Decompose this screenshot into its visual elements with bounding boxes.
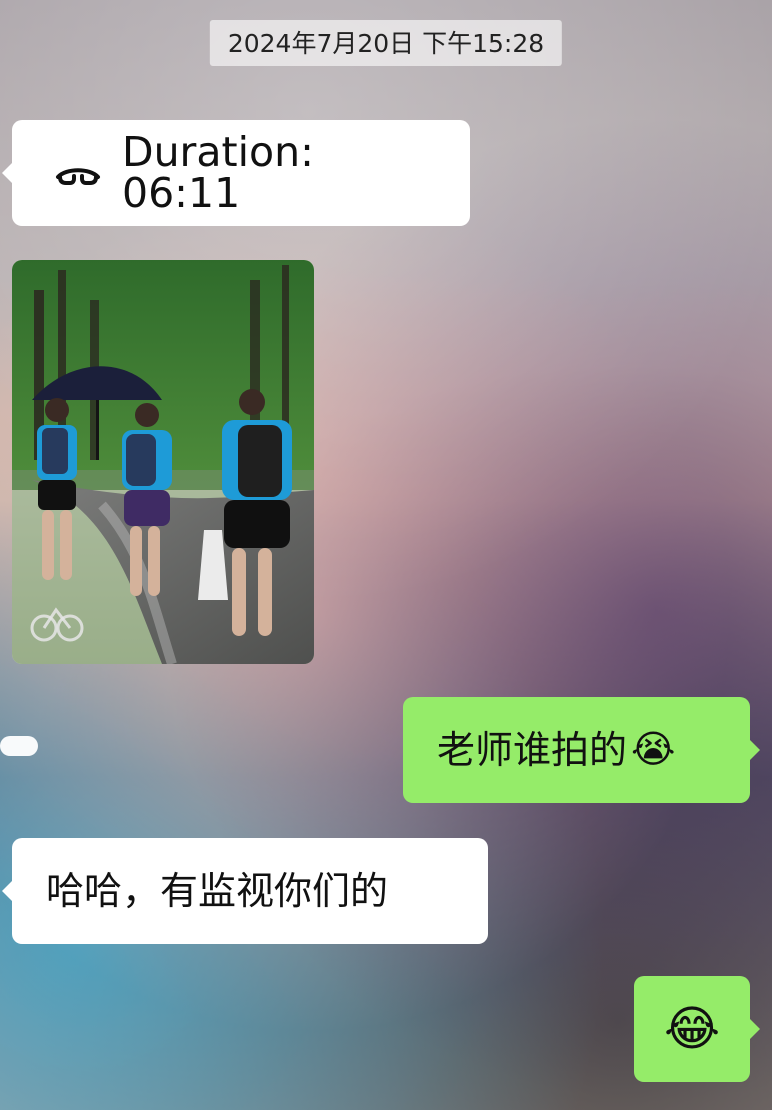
sent-emoji-bubble-3[interactable]: 😂: [634, 976, 750, 1082]
received-text-2: 哈哈，有监视你们的: [46, 869, 389, 913]
message-call-duration[interactable]: Duration: 06:11: [12, 120, 470, 226]
phone-hangup-icon: [50, 158, 106, 188]
call-duration-text: Duration: 06:11: [122, 128, 314, 217]
sent-text-bubble-1[interactable]: 老师谁拍的 😭: [403, 697, 750, 803]
received-call-bubble[interactable]: Duration: 06:11: [12, 120, 470, 226]
message-timestamp: 2024年7月20日 下午15:28: [209, 20, 563, 66]
crying-emoji: 😭: [631, 727, 676, 771]
message-sent-1[interactable]: 老师谁拍的 😭: [403, 697, 750, 803]
message-photo[interactable]: [12, 260, 314, 664]
message-sent-3[interactable]: 😂: [634, 976, 750, 1082]
sent-text-1: 老师谁拍的: [437, 728, 628, 772]
laughing-tears-emoji: 😂: [663, 1001, 721, 1057]
left-edge-indicator: [0, 736, 38, 756]
received-text-bubble-2[interactable]: 哈哈，有监视你们的: [12, 838, 488, 944]
message-received-2[interactable]: 哈哈，有监视你们的: [12, 838, 488, 944]
photo-thumbnail[interactable]: [12, 260, 314, 664]
